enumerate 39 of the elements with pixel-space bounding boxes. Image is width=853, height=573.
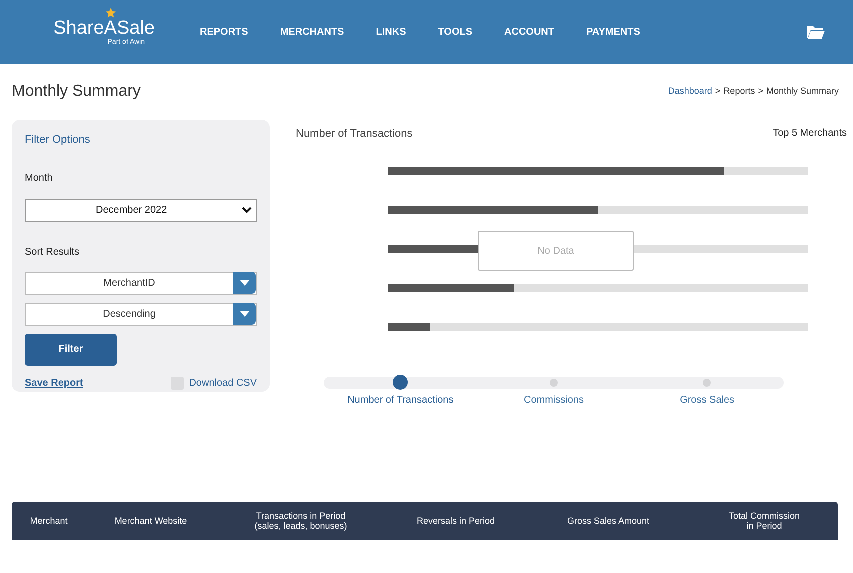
folder-icon[interactable] (807, 25, 825, 39)
chart-subtitle: Top 5 Merchants (773, 127, 847, 141)
logo-text[interactable]: ShareASale (54, 18, 155, 38)
column-header: Merchant Website (114, 516, 188, 526)
chart-title: Number of Transactions (296, 127, 413, 142)
column-header: Merchant (29, 516, 69, 526)
breadcrumb-text: Reports (724, 85, 756, 98)
step-label[interactable]: Gross Sales (680, 392, 735, 408)
dropdown-icon[interactable] (233, 303, 256, 325)
field-label: Month (25, 172, 54, 186)
checkbox-label: Download CSV (189, 376, 257, 390)
step-label[interactable]: Commissions (524, 392, 584, 408)
nav-link[interactable]: MERCHANTS (264, 24, 360, 40)
nav-link[interactable]: TOOLS (422, 24, 488, 40)
breadcrumb-link[interactable]: Dashboard (668, 85, 712, 99)
nav-link[interactable]: REPORTS (200, 24, 264, 40)
nav-link[interactable]: LINKS (360, 24, 422, 40)
nav-link[interactable]: PAYMENTS (570, 24, 656, 40)
breadcrumb-text: > (715, 85, 721, 98)
column-header: Gross Sales Amount (566, 516, 651, 526)
sort-order-select[interactable]: Descending (25, 302, 257, 326)
star-icon (105, 6, 117, 18)
column-header: Total Commission in Period (728, 511, 802, 531)
filter-button[interactable]: Filter (25, 334, 117, 366)
breadcrumb-text: Monthly Summary (766, 85, 839, 98)
step-label[interactable]: Number of Transactions (348, 392, 454, 408)
month-select[interactable]: December 2022 (25, 198, 257, 222)
field-label: Sort Results (25, 246, 80, 260)
dropdown-icon[interactable] (233, 272, 256, 294)
breadcrumb-text: > (758, 85, 764, 98)
nav-link[interactable]: ACCOUNT (488, 24, 570, 40)
save-report-link[interactable]: Save Report (25, 376, 84, 390)
column-header: Transactions in Period (sales, leads, bonuses) (254, 511, 348, 531)
panel-title: Filter Options (25, 133, 92, 148)
sort-field-select[interactable]: MerchantID (25, 272, 257, 294)
column-header: Reversals in Period (416, 516, 496, 526)
no-data-message: No Data (478, 231, 634, 271)
page-title: Monthly Summary (12, 82, 141, 102)
chevron-icon (242, 206, 252, 214)
